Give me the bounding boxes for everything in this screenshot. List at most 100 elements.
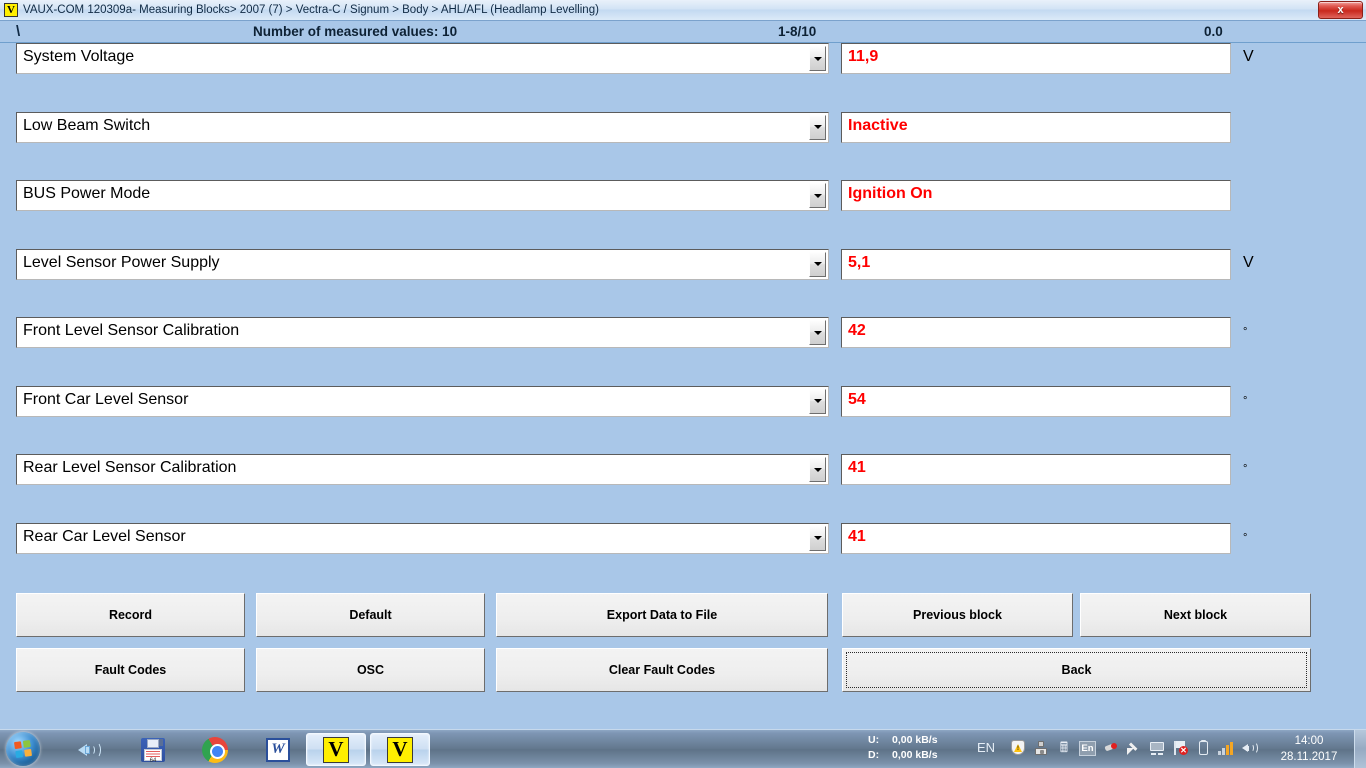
parameter-label: Rear Level Sensor Calibration	[23, 459, 237, 476]
block-range-indicator: 1-8/10	[778, 24, 817, 39]
parameter-select-6[interactable]: Rear Level Sensor Calibration	[16, 454, 829, 485]
next-block-button[interactable]: Next block	[1080, 593, 1311, 637]
volume-icon[interactable]	[1241, 740, 1258, 756]
red-device-icon[interactable]	[1103, 740, 1119, 756]
back-button[interactable]: Back	[842, 648, 1311, 692]
chevron-down-icon[interactable]	[809, 525, 826, 551]
measuring-row: Low Beam Switch Inactive	[0, 111, 1366, 143]
clear-fault-codes-button[interactable]: Clear Fault Codes	[496, 648, 828, 692]
measuring-row: Front Car Level Sensor 54 °	[0, 385, 1366, 417]
floppy-disk-icon: 64	[141, 737, 165, 764]
show-desktop-button[interactable]	[1354, 730, 1366, 768]
value-text: 54	[848, 390, 866, 408]
taskbar-item-vauxcom-1[interactable]: V	[306, 733, 366, 766]
upload-label: U:	[868, 734, 880, 746]
parameter-label: Front Level Sensor Calibration	[23, 322, 240, 339]
chevron-down-icon[interactable]	[809, 114, 826, 140]
record-button[interactable]: Record	[16, 593, 245, 637]
parameter-select-3[interactable]: Level Sensor Power Supply	[16, 248, 829, 280]
arrow-down-glyph	[813, 399, 822, 403]
arrow-down-glyph	[813, 125, 822, 129]
chevron-down-icon[interactable]	[809, 183, 826, 208]
clock-date: 28.11.2017	[1280, 751, 1338, 763]
bluetooth-icon[interactable]: 🖩	[1056, 740, 1072, 756]
parameter-label: Front Car Level Sensor	[23, 390, 189, 408]
start-button-icon[interactable]	[6, 732, 40, 766]
value-display-2: Ignition On	[841, 180, 1231, 211]
value-text: 41	[848, 527, 866, 545]
taskbar-clock[interactable]: 14:00 28.11.2017	[1272, 733, 1346, 765]
action-center-warning-icon[interactable]	[1010, 740, 1026, 756]
measuring-row: Rear Car Level Sensor 41 °	[0, 522, 1366, 554]
export-data-button[interactable]: Export Data to File	[496, 593, 828, 637]
parameter-select-7[interactable]: Rear Car Level Sensor	[16, 522, 829, 554]
parameter-label: Level Sensor Power Supply	[23, 253, 220, 271]
window-titlebar: V VAUX-COM 120309a- Measuring Blocks> 20…	[0, 0, 1366, 21]
measured-values-count: Number of measured values: 10	[253, 24, 458, 39]
arrow-down-glyph	[813, 193, 822, 198]
download-label: D:	[868, 749, 880, 761]
speaker-icon	[76, 739, 102, 761]
value-text: 42	[848, 322, 866, 339]
unit-label: °	[1243, 531, 1248, 544]
parameter-select-4[interactable]: Front Level Sensor Calibration	[16, 317, 829, 348]
arrow-down-glyph	[813, 467, 822, 472]
osc-button[interactable]: OSC	[256, 648, 485, 692]
parameter-select-1[interactable]: Low Beam Switch	[16, 111, 829, 143]
value-display-1: Inactive	[841, 111, 1231, 143]
parameter-label: BUS Power Mode	[23, 185, 151, 202]
vaux-icon: V	[387, 736, 413, 763]
network-speed-indicator: U: 0,00 kB/s D: 0,00 kB/s	[868, 733, 976, 765]
value-display-7: 41	[841, 522, 1231, 554]
close-icon[interactable]: x	[1318, 1, 1363, 19]
info-bar: \ Number of measured values: 10 1-8/10 0…	[0, 21, 1366, 43]
measuring-row: BUS Power Mode Ignition On	[0, 180, 1366, 211]
value-display-5: 54	[841, 385, 1231, 417]
chevron-down-icon[interactable]	[809, 251, 826, 277]
value-display-4: 42	[841, 317, 1231, 348]
network-error-flag-icon[interactable]: ✕	[1172, 740, 1188, 756]
fault-codes-button[interactable]: Fault Codes	[16, 648, 245, 692]
value-text: 11,9	[848, 48, 879, 65]
unit-label: °	[1243, 394, 1248, 407]
upload-speed: 0,00 kB/s	[892, 734, 938, 746]
signal-bars-icon[interactable]	[1218, 741, 1234, 755]
unit-label: °	[1243, 463, 1248, 475]
tray-language-indicator[interactable]: EN	[977, 740, 995, 755]
value-text: Ignition On	[848, 185, 933, 202]
network-tower-icon[interactable]	[1033, 740, 1049, 756]
chevron-down-icon[interactable]	[809, 46, 826, 71]
arrow-down-glyph	[813, 330, 822, 335]
taskbar-item-floppy-save[interactable]: 64	[134, 733, 172, 766]
parameter-select-5[interactable]: Front Car Level Sensor	[16, 385, 829, 417]
unit-label: °	[1243, 326, 1248, 338]
battery-icon[interactable]	[1195, 740, 1211, 756]
value-text: 5,1	[848, 253, 871, 271]
chevron-down-icon[interactable]	[809, 320, 826, 345]
arrow-down-glyph	[813, 262, 822, 266]
chrome-icon	[202, 736, 228, 763]
safely-remove-icon[interactable]	[1126, 740, 1142, 756]
chevron-down-icon[interactable]	[809, 388, 826, 414]
value-text: Inactive	[848, 116, 908, 134]
parameter-label: System Voltage	[23, 48, 135, 65]
measuring-row: Level Sensor Power Supply 5,1 V	[0, 248, 1366, 280]
measuring-row: System Voltage 11,9 V	[0, 43, 1366, 74]
taskbar-item-word[interactable]: W	[259, 733, 297, 766]
previous-block-button[interactable]: Previous block	[842, 593, 1073, 637]
value-display-6: 41	[841, 454, 1231, 485]
parameter-select-0[interactable]: System Voltage	[16, 43, 829, 74]
monitor-icon[interactable]	[1149, 740, 1165, 756]
taskbar-item-volume-mixer[interactable]	[70, 733, 108, 766]
word-icon: W	[266, 737, 290, 762]
measuring-row: Rear Level Sensor Calibration 41 °	[0, 454, 1366, 485]
parameter-select-2[interactable]: BUS Power Mode	[16, 180, 829, 211]
chevron-down-icon[interactable]	[809, 457, 826, 482]
unit-label: V	[1243, 48, 1254, 65]
keyboard-language-icon[interactable]: En	[1079, 740, 1096, 756]
default-button[interactable]: Default	[256, 593, 485, 637]
taskbar-item-vauxcom-2[interactable]: V	[370, 733, 430, 766]
value-display-0: 11,9	[841, 43, 1231, 74]
taskbar-item-chrome[interactable]	[196, 733, 234, 766]
vaux-icon: V	[323, 736, 349, 763]
